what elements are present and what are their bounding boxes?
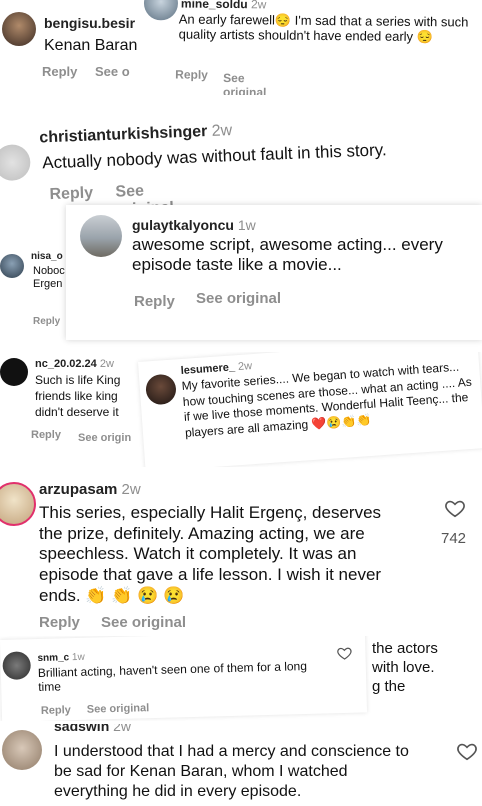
avatar[interactable] — [2, 651, 32, 680]
avatar[interactable] — [0, 482, 36, 526]
comment-arzupasam: arzupasam 2w This series, especially Hal… — [0, 472, 482, 630]
see-original-button[interactable]: See o — [95, 64, 130, 79]
username[interactable]: nc_20.02.24 2w — [35, 358, 114, 370]
comment-lesumere: lesumere_ 2w My favorite series.... We b… — [130, 352, 482, 467]
reply-button[interactable]: Reply — [42, 64, 77, 79]
username[interactable]: snm_c 1w — [37, 652, 85, 664]
comment-gulaytkalyoncu: gulaytkalyoncu 1w awesome script, awesom… — [66, 205, 482, 340]
username[interactable]: nisa_o — [31, 251, 63, 262]
like-count: 742 — [441, 530, 467, 547]
username[interactable]: arzupasam 2w — [39, 481, 141, 498]
comment-text-line: with love. — [372, 659, 435, 676]
comment-snm-c: snm_c 1w Brilliant acting, haven't seen … — [0, 636, 372, 721]
see-original-button[interactable]: See original — [101, 614, 186, 630]
heart-icon[interactable] — [456, 740, 478, 762]
avatar[interactable] — [0, 254, 24, 278]
reply-button[interactable]: Reply — [33, 316, 60, 327]
comment-text: Kenan Baran — [44, 37, 138, 54]
comment-christianturkishsinger: christianturkishsinger 2w Actually nobod… — [0, 103, 482, 208]
comment-text-line: g the — [372, 678, 406, 695]
see-original-button[interactable]: See origin — [78, 432, 131, 444]
username[interactable]: christianturkishsinger 2w — [39, 122, 233, 147]
comment-text: I understood that I had a mercy and cons… — [54, 743, 409, 800]
avatar[interactable] — [143, 0, 179, 21]
comment-nisa-o: nisa_o Noboc Ergen Reply — [0, 240, 75, 335]
avatar[interactable] — [0, 143, 31, 182]
username[interactable]: gulaytkalyoncu 1w — [132, 217, 256, 233]
avatar[interactable] — [144, 373, 177, 406]
see-original-button[interactable]: See original — [223, 71, 267, 95]
comment-text: awesome script, awesome acting... every … — [132, 235, 443, 274]
comment-text-line: Ergen — [33, 278, 63, 290]
reply-button[interactable]: Reply — [49, 184, 93, 204]
username[interactable]: sadswin 2w — [54, 724, 131, 734]
comment-text-line: Noboc — [33, 265, 65, 277]
comment-text-line: Such is life King — [35, 373, 121, 387]
reply-button[interactable]: Reply — [39, 614, 80, 630]
comment-text: An early farewell😔 I'm sad that a series… — [178, 11, 469, 45]
username[interactable]: mine_soldu 2w — [181, 0, 267, 11]
avatar[interactable] — [2, 12, 36, 46]
heart-icon[interactable] — [444, 497, 466, 519]
reply-button[interactable]: Reply — [41, 704, 71, 717]
comment-text-line: the actors — [372, 640, 438, 657]
comment-text: Brilliant acting, haven't seen one of th… — [37, 658, 308, 694]
comment-text: This series, especially Halit Ergenç, de… — [39, 503, 382, 605]
see-original-button[interactable]: See original — [87, 702, 150, 716]
avatar[interactable] — [80, 215, 122, 257]
heart-icon[interactable] — [336, 645, 352, 661]
comment-sadswin: sadswin 2w I understood that I had a mer… — [0, 724, 482, 806]
reply-button[interactable]: Reply — [134, 293, 175, 310]
comment-text-line: friends like king — [35, 389, 118, 403]
reply-button[interactable]: Reply — [31, 429, 61, 441]
comment-mine-soldu: mine_soldu 2w An early farewell😔 I'm sad… — [132, 0, 482, 95]
see-original-button[interactable]: See original — [196, 290, 281, 307]
avatar[interactable] — [0, 358, 28, 386]
see-original-button[interactable]: See original — [115, 181, 174, 208]
avatar[interactable] — [2, 730, 42, 770]
reply-button[interactable]: Reply — [175, 67, 208, 81]
username[interactable]: bengisu.besir — [44, 15, 135, 31]
comment-text-line: didn't deserve it — [35, 405, 119, 419]
